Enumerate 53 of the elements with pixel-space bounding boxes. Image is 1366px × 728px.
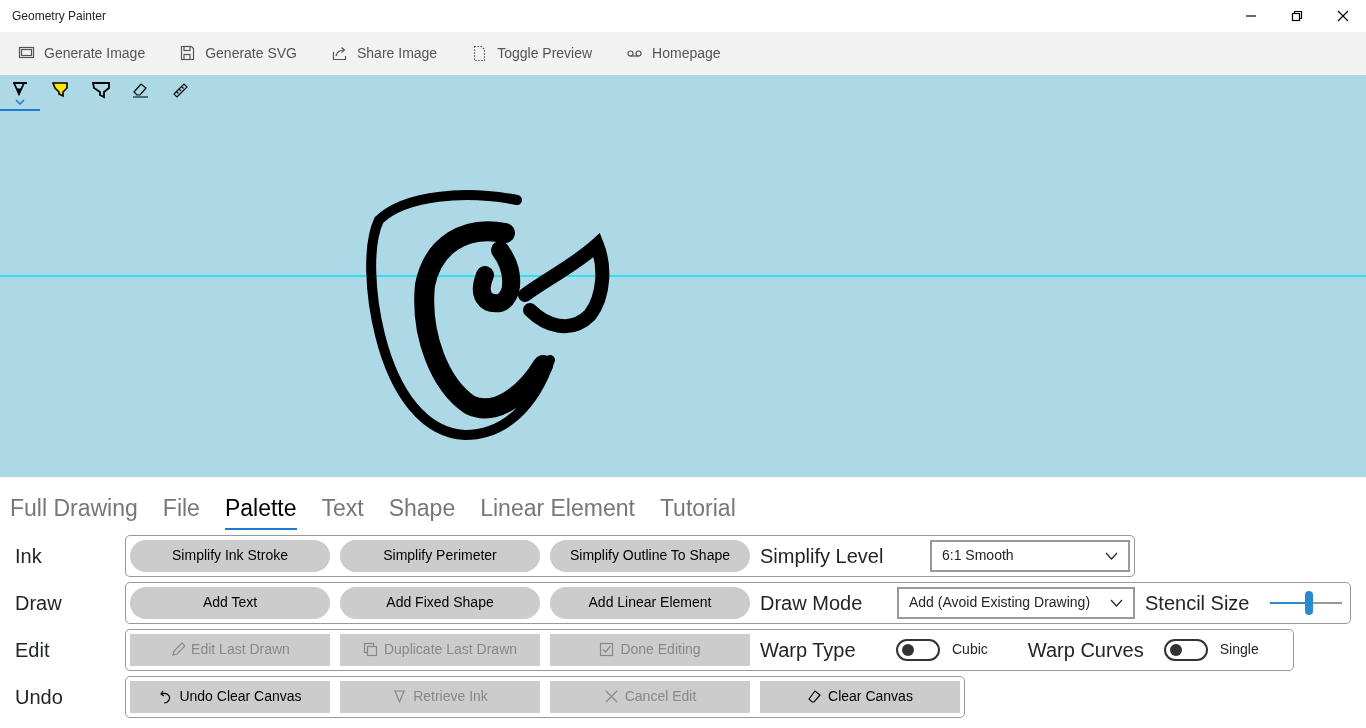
highlighter-icon: [50, 81, 70, 99]
row-label: Edit: [14, 637, 51, 663]
field-label: Warp Curves: [1027, 637, 1145, 663]
action-button[interactable]: Simplify Perimeter: [340, 539, 540, 572]
tab[interactable]: Palette: [224, 491, 297, 530]
share-icon: [331, 45, 348, 62]
action-button[interactable]: Simplify Outline To Shape: [550, 539, 750, 572]
tab[interactable]: Linear Element: [480, 491, 635, 530]
chevron-down-icon: [1105, 551, 1118, 560]
slider-thumb[interactable]: [1305, 590, 1314, 615]
toggle-switch[interactable]: [896, 638, 940, 661]
action-button[interactable]: Simplify Ink Stroke: [130, 539, 330, 572]
toggle-switch[interactable]: [1163, 638, 1208, 661]
field-label: Simplify Level: [760, 543, 885, 569]
chevron-down-icon: [15, 99, 25, 105]
close-icon: [1337, 10, 1349, 22]
action-button[interactable]: Add Text: [130, 586, 330, 619]
slider[interactable]: [1269, 590, 1342, 615]
field-label: Draw Mode: [760, 590, 864, 616]
action-button[interactable]: Undo Clear Canvas: [130, 680, 330, 713]
chevron-down-icon: [1110, 598, 1123, 607]
pencil-icon: [170, 642, 186, 657]
row-label: Undo: [14, 684, 64, 710]
toolbar-button[interactable]: Toggle Preview: [463, 39, 601, 68]
dropdown-field[interactable]: 6:1 Smooth: [930, 539, 1130, 572]
checkbox-icon: [599, 642, 615, 657]
toolbar-button[interactable]: Generate Image: [10, 39, 154, 68]
tab[interactable]: Text: [321, 491, 364, 530]
marker-icon: [90, 81, 110, 99]
action-button[interactable]: Clear Canvas: [760, 680, 960, 713]
row-label: Draw: [14, 590, 63, 616]
field-label: Warp Type: [760, 637, 857, 663]
toggle-label: Single: [1219, 640, 1259, 659]
action-button[interactable]: Add Fixed Shape: [340, 586, 540, 619]
row-label: Ink: [14, 543, 43, 569]
tab[interactable]: File: [162, 491, 200, 530]
field-label: Stencil Size: [1145, 590, 1251, 616]
toggle-label: Cubic: [952, 640, 988, 659]
window-title: Geometry Painter: [11, 8, 107, 25]
copy-icon: [362, 642, 378, 657]
tab[interactable]: Shape: [388, 491, 456, 530]
drawing-canvas[interactable]: [0, 75, 1366, 477]
action-button[interactable]: Add Linear Element: [550, 586, 750, 619]
dropdown-field[interactable]: Add (Avoid Existing Drawing): [897, 586, 1135, 619]
toolbar-button[interactable]: Homepage: [618, 39, 729, 68]
restore-icon: [1291, 10, 1303, 22]
toolbar-button[interactable]: Share Image: [323, 39, 446, 68]
close-icon: [603, 689, 619, 704]
eraser-icon: [807, 689, 823, 704]
tab[interactable]: Tutorial: [659, 491, 736, 530]
eraser-icon: [130, 81, 150, 99]
toolbar-button[interactable]: Generate SVG: [171, 39, 305, 68]
tab[interactable]: Full Drawing: [10, 491, 138, 530]
